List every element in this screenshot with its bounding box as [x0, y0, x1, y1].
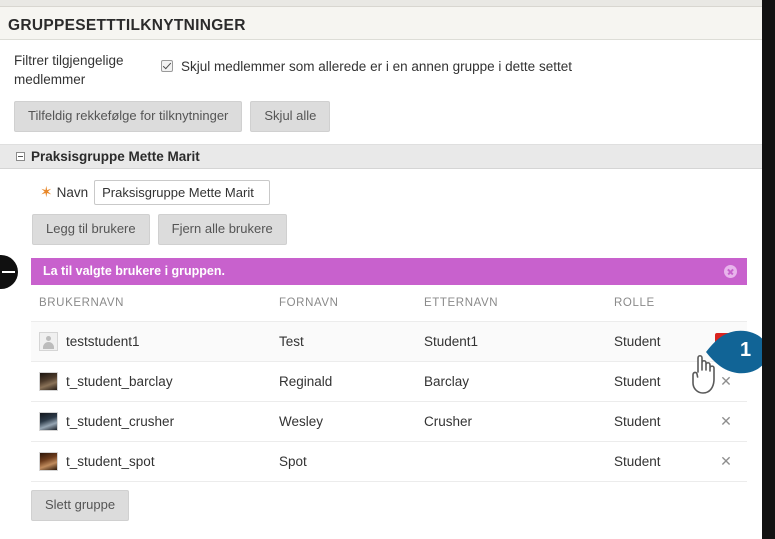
- avatar: [39, 412, 58, 431]
- collapse-toggle-icon[interactable]: [16, 152, 25, 161]
- column-header-firstname: FORNAVN: [279, 285, 424, 322]
- avatar: [39, 372, 58, 391]
- cell-actions: [702, 321, 747, 362]
- members-table: BRUKERNAVN FORNAVN ETTERNAVN ROLLE tests…: [31, 285, 747, 482]
- cell-firstname: Test: [279, 321, 424, 362]
- cell-firstname: Reginald: [279, 361, 424, 402]
- delete-group-row: Slett gruppe: [31, 490, 130, 521]
- group-actions: Legg til brukere Fjern alle brukere: [32, 214, 287, 245]
- remove-user-button[interactable]: ✕: [719, 374, 733, 388]
- hide-members-checkbox-row[interactable]: Skjul medlemmer som allerede er i en ann…: [161, 58, 572, 75]
- table-row: t_student_spot Spot Student ✕: [31, 441, 747, 482]
- table-row: teststudent1 Test Student1 Student: [31, 321, 747, 362]
- cell-username: t_student_spot: [31, 441, 279, 482]
- username-text: t_student_barclay: [66, 374, 173, 389]
- cell-firstname: Wesley: [279, 401, 424, 442]
- cell-lastname: Crusher: [424, 401, 614, 442]
- right-gutter: [762, 0, 775, 539]
- remove-all-users-button[interactable]: Fjern alle brukere: [157, 214, 287, 245]
- column-header-lastname: ETTERNAVN: [424, 285, 614, 322]
- randomize-assignments-button[interactable]: Tilfeldig rekkefølge for tilknytninger: [14, 101, 243, 132]
- cell-actions: ✕: [702, 401, 747, 442]
- top-strip: [0, 0, 762, 7]
- cell-role: Student: [614, 441, 702, 482]
- toolbar: Tilfeldig rekkefølge for tilknytninger S…: [14, 101, 331, 132]
- cell-firstname: Spot: [279, 441, 424, 482]
- cell-lastname: [424, 441, 614, 482]
- table-row: t_student_barclay Reginald Barclay Stude…: [31, 361, 747, 402]
- page-title: GRUPPESETTTILKNYTNINGER: [8, 17, 246, 34]
- group-header-title: Praksisgruppe Mette Marit: [31, 149, 200, 164]
- hide-members-checkbox-label: Skjul medlemmer som allerede er i en ann…: [181, 59, 572, 74]
- table-header-row: BRUKERNAVN FORNAVN ETTERNAVN ROLLE: [31, 285, 747, 322]
- cell-lastname: Student1: [424, 321, 614, 362]
- column-header-actions: [702, 285, 747, 322]
- remove-user-button[interactable]: ✕: [719, 414, 733, 428]
- group-header-bar[interactable]: Praksisgruppe Mette Marit: [0, 144, 762, 169]
- cell-role: Student: [614, 401, 702, 442]
- cell-username: t_student_barclay: [31, 361, 279, 402]
- notice-message: La til valgte brukere i gruppen.: [43, 264, 225, 278]
- required-star-icon: ✶: [40, 184, 53, 201]
- cell-role: Student: [614, 361, 702, 402]
- hide-all-button[interactable]: Skjul alle: [250, 101, 331, 132]
- cell-username: teststudent1: [31, 321, 279, 362]
- add-users-button[interactable]: Legg til brukere: [32, 214, 150, 245]
- remove-user-button[interactable]: [715, 332, 733, 351]
- username-text: t_student_spot: [66, 454, 155, 469]
- notice-bar: La til valgte brukere i gruppen.: [31, 258, 747, 285]
- username-text: teststudent1: [66, 334, 140, 349]
- avatar: [39, 332, 58, 351]
- edge-collapse-widget[interactable]: [0, 255, 18, 289]
- cell-actions: ✕: [702, 361, 747, 402]
- column-header-role: ROLLE: [614, 285, 702, 322]
- filter-label: Filtrer tilgjengelige medlemmer: [14, 53, 124, 87]
- page-root: GRUPPESETTTILKNYTNINGER Filtrer tilgjeng…: [0, 0, 762, 539]
- table-row: t_student_crusher Wesley Crusher Student…: [31, 401, 747, 442]
- group-name-label: Navn: [56, 185, 89, 200]
- group-name-field-row: ✶ Navn: [0, 180, 271, 205]
- cell-role: Student: [614, 321, 702, 362]
- cell-actions: ✕: [702, 441, 747, 482]
- cell-username: t_student_crusher: [31, 401, 279, 442]
- remove-user-button[interactable]: ✕: [719, 454, 733, 468]
- avatar: [39, 452, 58, 471]
- group-name-input[interactable]: [94, 180, 271, 205]
- page-header-bar: GRUPPESETTTILKNYTNINGER: [0, 7, 762, 40]
- username-text: t_student_crusher: [66, 414, 175, 429]
- delete-group-button[interactable]: Slett gruppe: [31, 490, 130, 521]
- column-header-username: BRUKERNAVN: [31, 285, 279, 322]
- close-icon[interactable]: [724, 265, 737, 278]
- cell-lastname: Barclay: [424, 361, 614, 402]
- hide-members-checkbox[interactable]: [161, 60, 173, 72]
